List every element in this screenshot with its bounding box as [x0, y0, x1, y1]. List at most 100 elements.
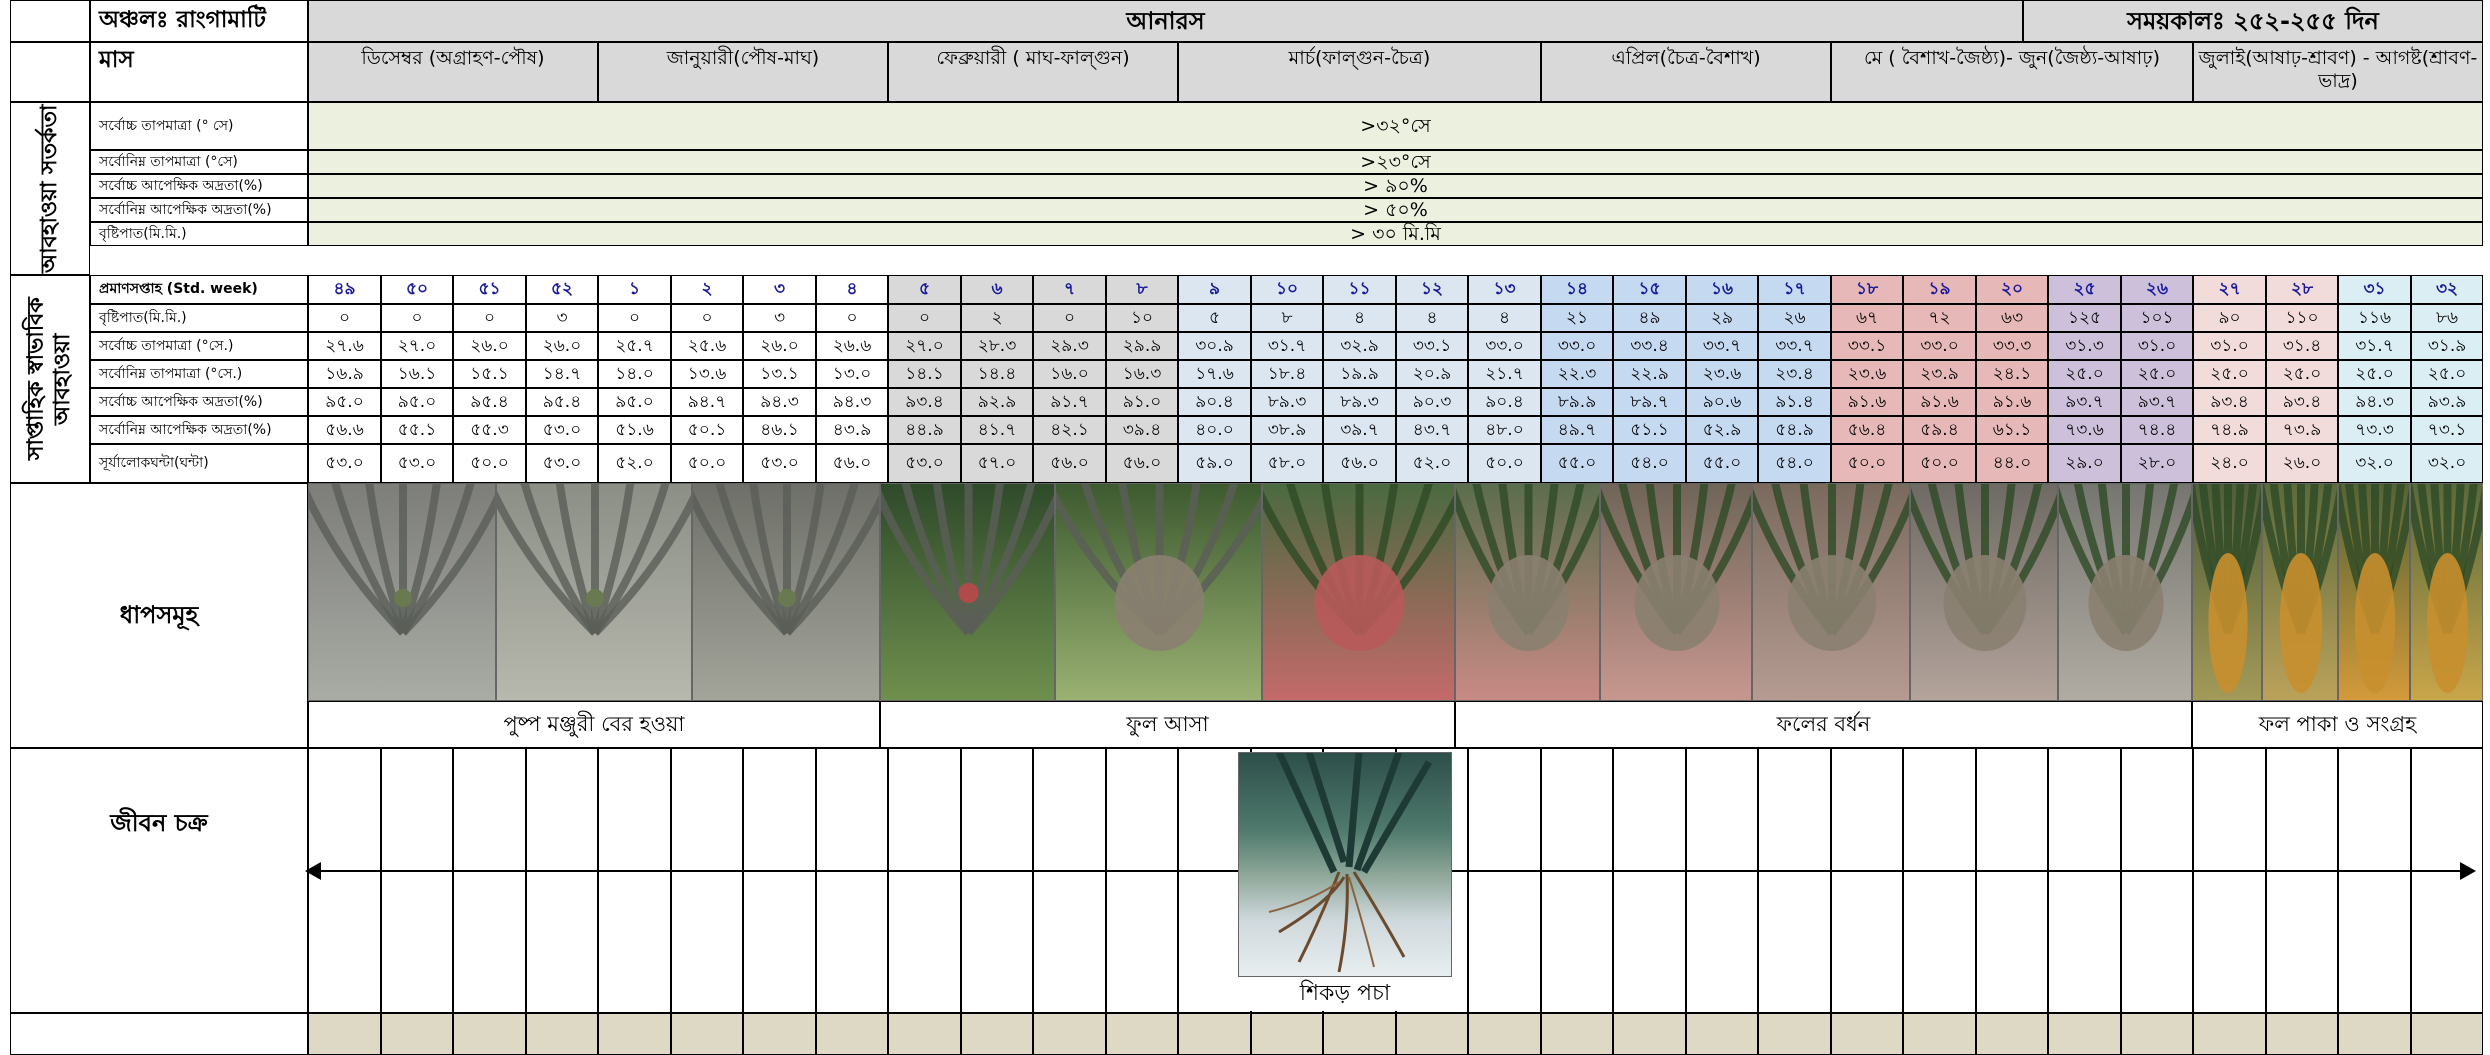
month-header: জানুয়ারী(পৌষ-মাঘ)	[598, 42, 888, 102]
std-week-label: প্রমাণসপ্তাহ (Std. week)	[90, 275, 308, 304]
pineapple-plant-icon	[309, 484, 495, 636]
pineapple-plant-icon	[2193, 484, 2261, 693]
weather-value-cell: ৫০.০	[1831, 444, 1903, 483]
weather-row-label: সূর্যালোকঘন্টা(ঘন্টা)	[90, 444, 308, 483]
weather-value-cell: ২১.৭	[1468, 360, 1541, 388]
stage-photo	[2058, 483, 2192, 701]
weather-value-cell: ৭৩.৩	[2338, 416, 2411, 444]
std-week-cell: ৩১	[2338, 275, 2411, 304]
weather-value-cell: ৯০.৩	[1396, 388, 1468, 416]
bottom-cell	[308, 1013, 381, 1055]
life-cycle-cell	[1831, 748, 1903, 1013]
warning-row-label: সর্বোচ্চ আপেক্ষিক অদ্রতা(%)	[90, 174, 308, 198]
bottom-cell	[1323, 1013, 1396, 1055]
weather-value-cell: ৫৬.৪	[1831, 416, 1903, 444]
weather-value-cell: ৯৫.৪	[453, 388, 526, 416]
life-cycle-cell	[816, 748, 888, 1013]
weather-value-cell: ৫১.৬	[598, 416, 671, 444]
weather-value-cell: ৫০.০	[453, 444, 526, 483]
weather-value-cell: ৪৯	[1613, 304, 1686, 332]
stage-label: ফল পাকা ও সংগ্রহ	[2192, 701, 2483, 748]
weather-value-cell: ৪৪.৯	[888, 416, 961, 444]
weather-value-cell: ৫৫.১	[381, 416, 453, 444]
month-corner	[10, 42, 90, 102]
weather-value-cell: ১৩.৬	[671, 360, 743, 388]
weather-value-cell: ৯৩.৪	[2266, 388, 2338, 416]
weather-value-cell: ২৮.৩	[961, 332, 1033, 360]
life-cycle-cell	[671, 748, 743, 1013]
stage-photo	[1262, 483, 1455, 701]
stage-label: ফলের বর্ধন	[1455, 701, 2192, 748]
weather-value-cell: ৫২.০	[1396, 444, 1468, 483]
weather-value-cell: ৯৫.০	[308, 388, 381, 416]
weather-value-cell: ২৩.৬	[1831, 360, 1903, 388]
weather-value-cell: ২৩.৯	[1903, 360, 1976, 388]
bottom-cell	[1468, 1013, 1541, 1055]
weather-value-cell: ২	[961, 304, 1033, 332]
month-header: মার্চ(ফাল্গুন-চৈত্র)	[1178, 42, 1541, 102]
std-week-cell: ৫	[888, 275, 961, 304]
weather-value-cell: ৫৮.০	[1251, 444, 1323, 483]
weather-value-cell: ০	[453, 304, 526, 332]
life-cycle-cell	[381, 748, 453, 1013]
life-cycle-cell	[888, 748, 961, 1013]
weather-value-cell: ৫৭.০	[961, 444, 1033, 483]
std-week-cell: ১৩	[1468, 275, 1541, 304]
weather-warning-label: আবহাওয়া সতর্কতা	[10, 102, 90, 275]
header-corner	[10, 0, 90, 42]
weather-value-cell: ৯১.৪	[1758, 388, 1831, 416]
weather-value-cell: ৯৩.৪	[2193, 388, 2266, 416]
weather-value-cell: ০	[308, 304, 381, 332]
bottom-label-cell	[10, 1013, 308, 1055]
weather-value-cell: ১৪.৪	[961, 360, 1033, 388]
life-cycle-cell	[308, 748, 381, 1013]
weather-row-label: সর্বোনিম্ন তাপমাত্রা (°সে.)	[90, 360, 308, 388]
weather-value-cell: ১৯.৯	[1323, 360, 1396, 388]
weather-value-cell: ০	[1033, 304, 1106, 332]
bottom-cell	[1686, 1013, 1758, 1055]
warning-threshold: > ৫০%	[308, 198, 2483, 222]
weather-value-cell: ৮৯.৯	[1541, 388, 1613, 416]
bottom-cell	[2121, 1013, 2193, 1055]
region-label: অঞ্চলঃ রাংগামাটি	[90, 0, 308, 42]
weather-value-cell: ২৯.০	[2048, 444, 2121, 483]
bottom-cell	[1178, 1013, 1251, 1055]
bottom-cell	[888, 1013, 961, 1055]
weather-value-cell: ২৬.০	[2266, 444, 2338, 483]
bottom-cell	[2411, 1013, 2483, 1055]
weather-value-cell: ৩৩.৩	[1976, 332, 2048, 360]
stage-photo	[1055, 483, 1262, 701]
weather-value-cell: ৫৯.০	[1178, 444, 1251, 483]
life-cycle-cell	[2121, 748, 2193, 1013]
std-week-cell: ২৭	[2193, 275, 2266, 304]
weather-value-cell: ৫৪.০	[1613, 444, 1686, 483]
weather-value-cell: ৫৫.৩	[453, 416, 526, 444]
warning-threshold: > ৩০ মি.মি	[308, 222, 2483, 246]
weather-value-cell: ২৯	[1686, 304, 1758, 332]
weather-value-cell: ১৪.৭	[526, 360, 598, 388]
weather-value-cell: ৫৪.৯	[1758, 416, 1831, 444]
life-cycle-cell	[1106, 748, 1178, 1013]
bottom-cell	[961, 1013, 1033, 1055]
weather-value-cell: ২২.৯	[1613, 360, 1686, 388]
std-week-cell: ৫১	[453, 275, 526, 304]
weather-value-cell: ২৬.০	[453, 332, 526, 360]
weather-value-cell: ৪১.৭	[961, 416, 1033, 444]
weather-value-cell: ৯৩.৪	[888, 388, 961, 416]
std-week-cell: ১৬	[1686, 275, 1758, 304]
weather-value-cell: ৩২.৯	[1323, 332, 1396, 360]
weather-value-cell: ২৭.০	[381, 332, 453, 360]
bottom-cell	[1251, 1013, 1323, 1055]
weather-value-cell: ১৪.০	[598, 360, 671, 388]
weather-value-cell: ৯৫.৪	[526, 388, 598, 416]
std-week-cell: ১৪	[1541, 275, 1613, 304]
weather-value-cell: ৪০.০	[1178, 416, 1251, 444]
weather-value-cell: ৮৯.৩	[1251, 388, 1323, 416]
weather-value-cell: ০	[381, 304, 453, 332]
std-week-cell: ১৮	[1831, 275, 1903, 304]
std-week-cell: ২৮	[2266, 275, 2338, 304]
weather-value-cell: ৫১.১	[1613, 416, 1686, 444]
weather-value-cell: ৩৩.৪	[1613, 332, 1686, 360]
weather-value-cell: ৫৩.০	[526, 416, 598, 444]
bottom-cell	[1831, 1013, 1903, 1055]
